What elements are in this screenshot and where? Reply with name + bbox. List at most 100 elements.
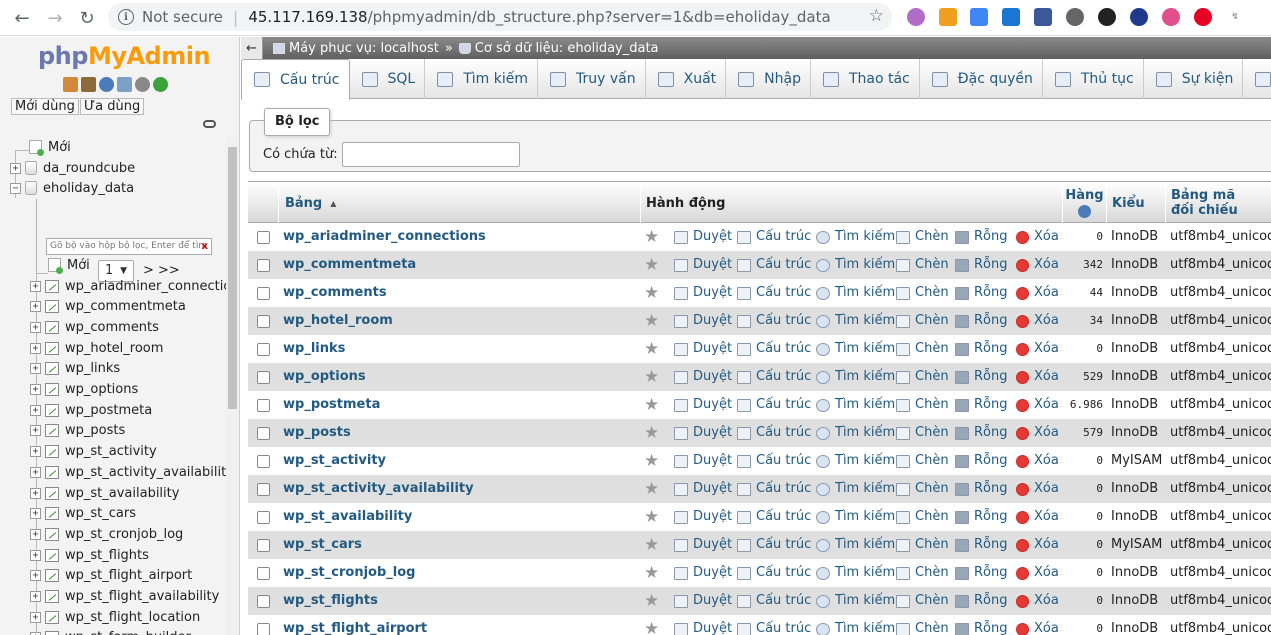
- reload-navigation-icon[interactable]: [153, 77, 168, 92]
- insert-action[interactable]: Chèn: [896, 503, 949, 531]
- favorite-star-icon[interactable]: ★: [644, 587, 659, 615]
- translate-extension-icon[interactable]: [970, 8, 988, 26]
- sidebar-table-label[interactable]: wp_ariadminer_connection: [65, 279, 239, 294]
- tab-search[interactable]: Tìm kiếm: [425, 59, 538, 99]
- collapse-nav-arrow-icon[interactable]: ←: [241, 37, 263, 59]
- structure-action[interactable]: Cấu trúc: [737, 531, 811, 559]
- tree-new-database[interactable]: Mới: [29, 137, 71, 157]
- header-collation[interactable]: Bảng mã đối chiếu: [1165, 182, 1271, 224]
- drop-action[interactable]: Xóa: [1016, 223, 1059, 251]
- sidebar-table-label[interactable]: wp_st_activity: [65, 444, 157, 459]
- drop-action[interactable]: Xóa: [1016, 307, 1059, 335]
- row-count[interactable]: 0: [1081, 475, 1103, 503]
- browse-action[interactable]: Duyệt: [674, 391, 732, 419]
- sidebar-table-item[interactable]: + wp_st_flight_availability: [30, 587, 219, 607]
- expand-plus-icon[interactable]: +: [10, 162, 21, 174]
- empty-action[interactable]: Rỗng: [955, 223, 1007, 251]
- sidebar-table-label[interactable]: wp_st_flight_airport: [65, 568, 192, 583]
- structure-action[interactable]: Cấu trúc: [737, 335, 811, 363]
- collapse-minus-icon[interactable]: −: [10, 182, 21, 194]
- row-checkbox[interactable]: [257, 483, 270, 496]
- expand-plus-icon[interactable]: +: [30, 508, 41, 520]
- logout-icon[interactable]: [81, 77, 96, 92]
- row-checkbox[interactable]: [257, 371, 270, 384]
- search-action[interactable]: Tìm kiếm: [816, 531, 895, 559]
- structure-action[interactable]: Cấu trúc: [737, 307, 811, 335]
- drop-action[interactable]: Xóa: [1016, 419, 1059, 447]
- tab-import[interactable]: Nhập: [726, 59, 811, 99]
- expand-plus-icon[interactable]: +: [30, 363, 41, 375]
- back-arrow-icon[interactable]: ←: [7, 3, 37, 33]
- tab-routines[interactable]: Thủ tục: [1043, 59, 1144, 99]
- search-action[interactable]: Tìm kiếm: [816, 447, 895, 475]
- favorite-star-icon[interactable]: ★: [644, 503, 659, 531]
- browse-action[interactable]: Duyệt: [674, 307, 732, 335]
- sidebar-table-item[interactable]: + wp_ariadminer_connection: [30, 276, 239, 296]
- recycle-extension-icon[interactable]: [1066, 8, 1084, 26]
- sidebar-table-item[interactable]: + wp_st_activity_availability: [30, 462, 234, 482]
- docs-icon[interactable]: [117, 77, 132, 92]
- drop-action[interactable]: Xóa: [1016, 251, 1059, 279]
- favorite-star-icon[interactable]: ★: [644, 307, 659, 335]
- favorite-tables-button[interactable]: Ưa dùng: [80, 98, 145, 115]
- expand-plus-icon[interactable]: +: [30, 611, 41, 623]
- insert-action[interactable]: Chèn: [896, 447, 949, 475]
- search-action[interactable]: Tìm kiếm: [816, 279, 895, 307]
- insert-action[interactable]: Chèn: [896, 531, 949, 559]
- sidebar-table-item[interactable]: + wp_links: [30, 359, 120, 379]
- mail-extension-icon[interactable]: [1002, 8, 1020, 26]
- lightning-extension-icon[interactable]: ↯: [1226, 8, 1244, 26]
- table-name-link[interactable]: wp_st_flight_airport: [283, 615, 427, 635]
- expand-plus-icon[interactable]: +: [30, 466, 41, 478]
- reload-icon[interactable]: ↻: [72, 3, 102, 33]
- row-checkbox[interactable]: [257, 343, 270, 356]
- browse-action[interactable]: Duyệt: [674, 223, 732, 251]
- expand-plus-icon[interactable]: +: [30, 549, 41, 561]
- drop-action[interactable]: Xóa: [1016, 615, 1059, 635]
- sidebar-table-label[interactable]: wp_commentmeta: [65, 299, 186, 314]
- insert-action[interactable]: Chèn: [896, 251, 949, 279]
- tab-export[interactable]: Xuất: [646, 59, 727, 99]
- sidebar-table-item[interactable]: + wp_st_cronjob_log: [30, 524, 183, 544]
- search-action[interactable]: Tìm kiếm: [816, 587, 895, 615]
- search-action[interactable]: Tìm kiếm: [816, 615, 895, 635]
- table-name-link[interactable]: wp_commentmeta: [283, 251, 416, 279]
- tab-privileges[interactable]: Đặc quyền: [920, 59, 1043, 99]
- expand-plus-icon[interactable]: +: [30, 570, 41, 582]
- favorite-star-icon[interactable]: ★: [644, 447, 659, 475]
- expand-plus-icon[interactable]: +: [30, 280, 41, 292]
- sidebar-table-item[interactable]: + wp_posts: [30, 421, 125, 441]
- row-checkbox[interactable]: [257, 539, 270, 552]
- insert-action[interactable]: Chèn: [896, 419, 949, 447]
- row-count[interactable]: 0: [1081, 335, 1103, 363]
- sidebar-table-item[interactable]: + wp_st_flights: [30, 545, 149, 565]
- sidebar-table-item[interactable]: + wp_st_flight_airport: [30, 566, 192, 586]
- sidebar-table-label[interactable]: wp_st_cronjob_log: [65, 527, 183, 542]
- row-checkbox[interactable]: [257, 595, 270, 608]
- row-checkbox[interactable]: [257, 259, 270, 272]
- empty-action[interactable]: Rỗng: [955, 335, 1007, 363]
- tree-new-table[interactable]: Mới: [48, 255, 90, 275]
- favorite-star-icon[interactable]: ★: [644, 279, 659, 307]
- link-chain-icon[interactable]: [203, 120, 216, 128]
- drop-action[interactable]: Xóa: [1016, 503, 1059, 531]
- browse-action[interactable]: Duyệt: [674, 419, 732, 447]
- favorite-star-icon[interactable]: ★: [644, 419, 659, 447]
- sidebar-table-label[interactable]: wp_postmeta: [65, 403, 152, 418]
- sidebar-table-item[interactable]: + wp_st_flight_location: [30, 607, 200, 627]
- instagram-extension-icon[interactable]: [1162, 8, 1180, 26]
- row-checkbox[interactable]: [257, 567, 270, 580]
- sidebar-table-item[interactable]: +wp_st_form_builder: [30, 628, 191, 635]
- browse-action[interactable]: Duyệt: [674, 559, 732, 587]
- search-action[interactable]: Tìm kiếm: [816, 307, 895, 335]
- browse-action[interactable]: Duyệt: [674, 615, 732, 635]
- structure-action[interactable]: Cấu trúc: [737, 503, 811, 531]
- sidebar-table-label[interactable]: wp_comments: [65, 320, 159, 335]
- structure-action[interactable]: Cấu trúc: [737, 251, 811, 279]
- recent-tables-button[interactable]: Mới dùng: [11, 98, 79, 115]
- sidebar-table-label[interactable]: wp_st_flights: [65, 548, 149, 563]
- table-name-link[interactable]: wp_postmeta: [283, 391, 380, 419]
- row-checkbox[interactable]: [257, 315, 270, 328]
- table-name-link[interactable]: wp_st_flights: [283, 587, 378, 615]
- info-icon[interactable]: i: [118, 9, 134, 25]
